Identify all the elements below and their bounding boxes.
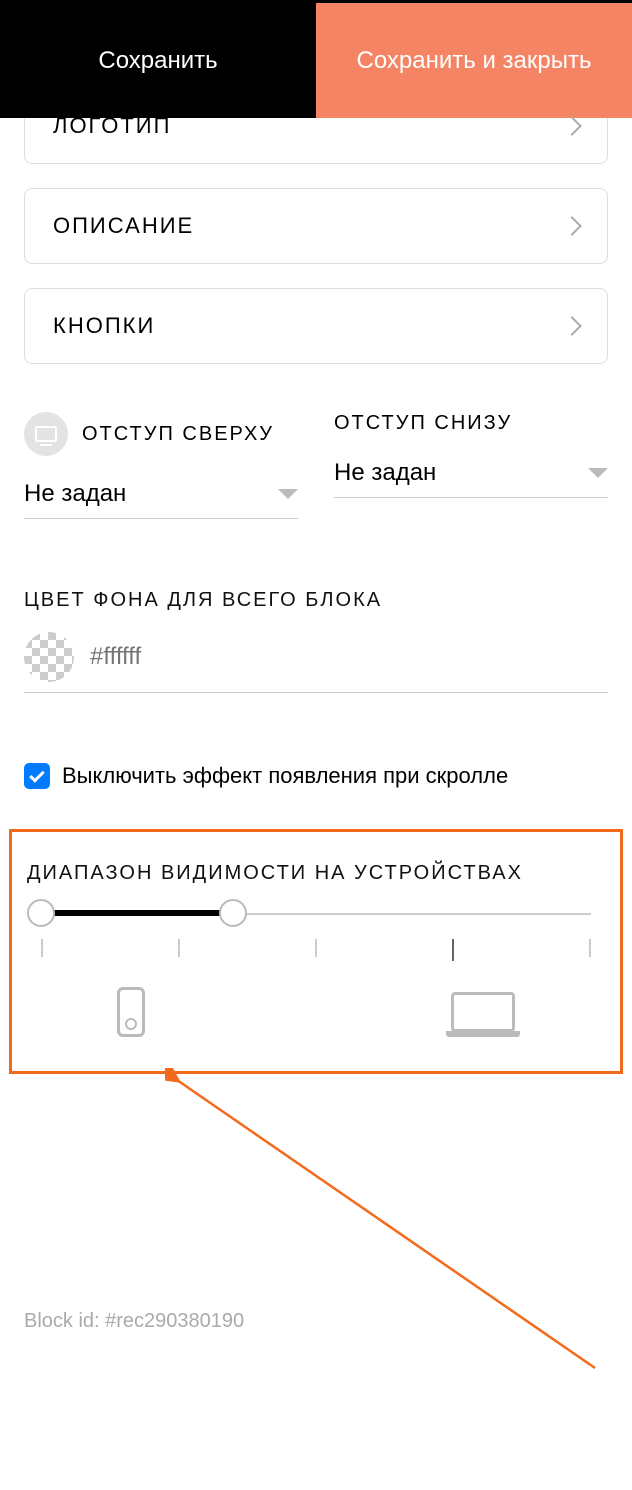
slider-ticks bbox=[27, 939, 605, 961]
bgcolor-input[interactable] bbox=[90, 643, 608, 671]
phone-icon bbox=[117, 987, 145, 1037]
accordion-description-label: ОПИСАНИЕ bbox=[53, 213, 194, 239]
laptop-icon bbox=[451, 992, 515, 1032]
visibility-label: ДИАПАЗОН ВИДИМОСТИ НА УСТРОЙСТВАХ bbox=[27, 862, 605, 885]
accordion-buttons[interactable]: КНОПКИ bbox=[24, 288, 608, 364]
padding-bottom-label: ОТСТУП СНИЗУ bbox=[334, 412, 512, 435]
padding-top-select[interactable]: Не задан bbox=[24, 480, 298, 519]
save-close-button-label: Сохранить и закрыть bbox=[357, 47, 592, 75]
slider-fill bbox=[41, 910, 233, 916]
color-swatch[interactable] bbox=[24, 632, 74, 682]
save-close-button[interactable]: Сохранить и закрыть bbox=[316, 3, 632, 118]
accordion-description[interactable]: ОПИСАНИЕ bbox=[24, 188, 608, 264]
visibility-slider[interactable] bbox=[27, 899, 605, 927]
chevron-right-icon bbox=[562, 116, 582, 136]
chevron-right-icon bbox=[562, 316, 582, 336]
save-button-label: Сохранить bbox=[98, 47, 217, 75]
slider-handle-max[interactable] bbox=[219, 899, 247, 927]
padding-bottom-value: Не задан bbox=[334, 459, 436, 487]
block-id-text: Block id: #rec290380190 bbox=[24, 1310, 244, 1333]
checkmark-icon bbox=[29, 767, 45, 783]
chevron-down-icon bbox=[588, 468, 608, 478]
padding-top-label: ОТСТУП СВЕРХУ bbox=[82, 423, 274, 446]
accordion-buttons-label: КНОПКИ bbox=[53, 313, 155, 339]
scroll-effect-checkbox[interactable] bbox=[24, 763, 50, 789]
scroll-effect-label: Выключить эффект появления при скролле bbox=[62, 763, 508, 789]
padding-top-value: Не задан bbox=[24, 480, 126, 508]
monitor-icon bbox=[24, 412, 68, 456]
bgcolor-label: ЦВЕТ ФОНА ДЛЯ ВСЕГО БЛОКА bbox=[24, 589, 608, 612]
save-button[interactable]: Сохранить bbox=[0, 3, 316, 118]
visibility-range-box: ДИАПАЗОН ВИДИМОСТИ НА УСТРОЙСТВАХ bbox=[9, 829, 623, 1074]
chevron-down-icon bbox=[278, 489, 298, 499]
padding-bottom-select[interactable]: Не задан bbox=[334, 459, 608, 498]
chevron-right-icon bbox=[562, 216, 582, 236]
accordion-logo-label: ЛОГОТИП bbox=[53, 113, 171, 139]
slider-handle-min[interactable] bbox=[27, 899, 55, 927]
